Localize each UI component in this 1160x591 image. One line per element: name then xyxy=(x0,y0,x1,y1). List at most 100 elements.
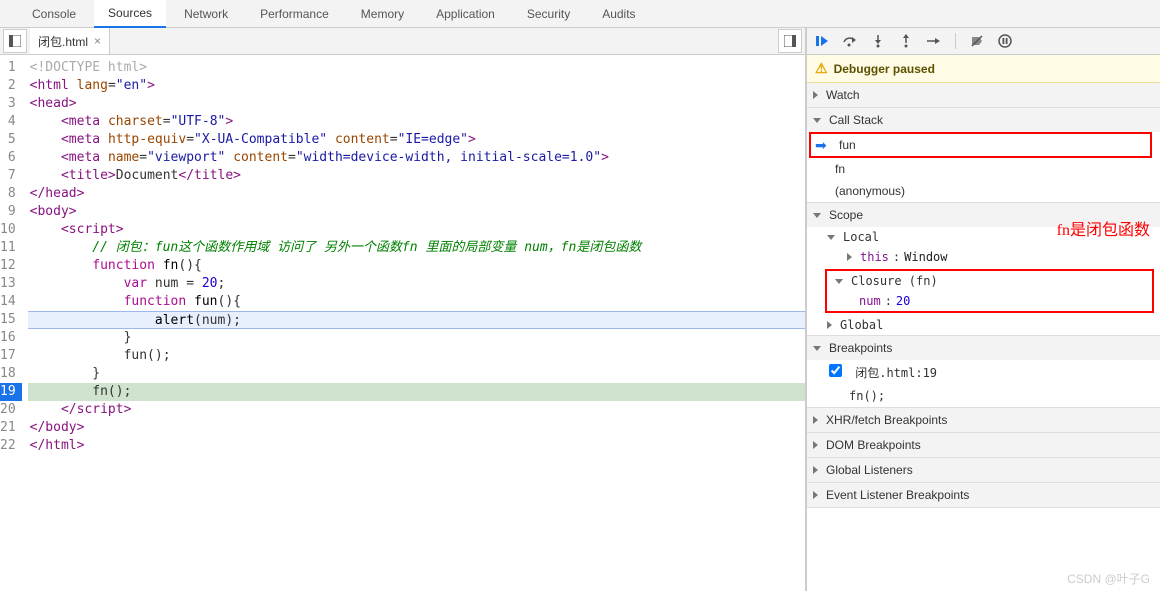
code-line: </body> xyxy=(28,419,805,437)
chevron-down-icon xyxy=(813,346,821,351)
file-tab-name: 闭包.html xyxy=(38,33,88,50)
chevron-right-icon xyxy=(813,466,818,474)
annotation-text: fn是闭包函数 xyxy=(1057,216,1150,240)
code-line: function fun(){ xyxy=(28,293,805,311)
snippets-icon[interactable] xyxy=(778,29,802,53)
code-line: <script> xyxy=(28,221,805,239)
code-line: <meta http-equiv="X-UA-Compatible" conte… xyxy=(28,131,805,149)
tab-sources[interactable]: Sources xyxy=(94,0,166,28)
step-icon[interactable] xyxy=(925,32,943,50)
global-listeners-section[interactable]: Global Listeners xyxy=(807,458,1160,482)
line-number[interactable]: 17 xyxy=(0,347,22,365)
debugger-toolbar xyxy=(807,28,1160,55)
file-tab[interactable]: 闭包.html × xyxy=(30,28,110,54)
code-line: <meta name="viewport" content="width=dev… xyxy=(28,149,805,167)
code-line: } xyxy=(28,329,805,347)
show-navigator-icon[interactable] xyxy=(3,29,27,53)
line-number[interactable]: 6 xyxy=(0,149,22,167)
step-out-icon[interactable] xyxy=(897,32,915,50)
scope-closure[interactable]: Closure (fn) xyxy=(827,271,1152,291)
line-number[interactable]: 19 xyxy=(0,383,22,401)
scope-closure-highlight: Closure (fn) num: 20 xyxy=(825,269,1154,313)
line-number[interactable]: 5 xyxy=(0,131,22,149)
code-line: </html> xyxy=(28,437,805,455)
line-number[interactable]: 18 xyxy=(0,365,22,383)
code-line: fun(); xyxy=(28,347,805,365)
tab-audits[interactable]: Audits xyxy=(588,1,649,27)
breakpoint-checkbox[interactable] xyxy=(829,364,842,377)
chevron-right-icon xyxy=(813,491,818,499)
chevron-right-icon xyxy=(813,91,818,99)
paused-banner: ⚠ Debugger paused xyxy=(807,55,1160,83)
line-number[interactable]: 3 xyxy=(0,95,22,113)
chevron-right-icon xyxy=(847,253,852,261)
line-number[interactable]: 21 xyxy=(0,419,22,437)
step-into-icon[interactable] xyxy=(869,32,887,50)
line-number[interactable]: 1 xyxy=(0,59,22,77)
tab-application[interactable]: Application xyxy=(422,1,509,27)
code-line: <meta charset="UTF-8"> xyxy=(28,113,805,131)
closure-var: num: 20 xyxy=(827,291,1152,311)
deactivate-breakpoints-icon[interactable] xyxy=(968,32,986,50)
scope-global[interactable]: Global xyxy=(819,315,1160,335)
chevron-right-icon xyxy=(813,416,818,424)
line-number[interactable]: 9 xyxy=(0,203,22,221)
callstack-section[interactable]: Call Stack xyxy=(807,108,1160,132)
tab-security[interactable]: Security xyxy=(513,1,584,27)
step-over-icon[interactable] xyxy=(841,32,859,50)
line-number[interactable]: 14 xyxy=(0,293,22,311)
line-number[interactable]: 16 xyxy=(0,329,22,347)
chevron-down-icon xyxy=(813,118,821,123)
event-listener-breakpoints-section[interactable]: Event Listener Breakpoints xyxy=(807,483,1160,507)
resume-icon[interactable] xyxy=(813,32,831,50)
line-number[interactable]: 8 xyxy=(0,185,22,203)
line-number[interactable]: 2 xyxy=(0,77,22,95)
line-number[interactable]: 12 xyxy=(0,257,22,275)
callstack-frame[interactable]: fun xyxy=(809,132,1152,158)
breakpoint-item[interactable]: 闭包.html:19 xyxy=(807,360,1160,385)
line-number[interactable]: 7 xyxy=(0,167,22,185)
code-line: <html lang="en"> xyxy=(28,77,805,95)
code-line: var num = 20; xyxy=(28,275,805,293)
code-line: </head> xyxy=(28,185,805,203)
editor-panel: 闭包.html × 123456789101112131415161718192… xyxy=(0,28,806,591)
xhr-breakpoints-section[interactable]: XHR/fetch Breakpoints xyxy=(807,408,1160,432)
tab-console[interactable]: Console xyxy=(18,1,90,27)
code-line: <!DOCTYPE html> xyxy=(28,59,805,77)
code-line: <body> xyxy=(28,203,805,221)
scope-this[interactable]: this: Window xyxy=(819,247,1160,267)
watermark: CSDN @叶子G xyxy=(1067,570,1150,587)
line-number[interactable]: 15 xyxy=(0,311,22,329)
line-number[interactable]: 4 xyxy=(0,113,22,131)
tab-network[interactable]: Network xyxy=(170,1,242,27)
watch-section[interactable]: Watch xyxy=(807,83,1160,107)
line-number[interactable]: 11 xyxy=(0,239,22,257)
line-number[interactable]: 20 xyxy=(0,401,22,419)
breakpoints-section[interactable]: Breakpoints xyxy=(807,336,1160,360)
warning-icon: ⚠ xyxy=(815,60,828,77)
code-line: </script> xyxy=(28,401,805,419)
code-line: fn(); xyxy=(28,383,805,401)
callstack-frame[interactable]: (anonymous) xyxy=(807,180,1160,202)
chevron-down-icon xyxy=(813,213,821,218)
file-tab-bar: 闭包.html × xyxy=(0,28,805,55)
code-line: } xyxy=(28,365,805,383)
code-line: <head> xyxy=(28,95,805,113)
tab-memory[interactable]: Memory xyxy=(347,1,418,27)
pause-exceptions-icon[interactable] xyxy=(996,32,1014,50)
code-editor[interactable]: 12345678910111213141516171819202122 <!DO… xyxy=(0,55,805,591)
close-icon[interactable]: × xyxy=(94,34,101,48)
tab-performance[interactable]: Performance xyxy=(246,1,343,27)
line-number[interactable]: 13 xyxy=(0,275,22,293)
dom-breakpoints-section[interactable]: DOM Breakpoints xyxy=(807,433,1160,457)
chevron-right-icon xyxy=(827,321,832,329)
debugger-sidebar: ⚠ Debugger paused Watch Call Stack funfn… xyxy=(806,28,1160,591)
chevron-down-icon xyxy=(835,279,843,284)
callstack-frame[interactable]: fn xyxy=(807,158,1160,180)
code-line: <title>Document</title> xyxy=(28,167,805,185)
devtools-tabs: ConsoleSourcesNetworkPerformanceMemoryAp… xyxy=(0,0,1160,28)
line-number[interactable]: 10 xyxy=(0,221,22,239)
line-number[interactable]: 22 xyxy=(0,437,22,455)
code-line: // 闭包：fun这个函数作用域 访问了 另外一个函数fn 里面的局部变量 nu… xyxy=(28,239,805,257)
chevron-down-icon xyxy=(827,235,835,240)
